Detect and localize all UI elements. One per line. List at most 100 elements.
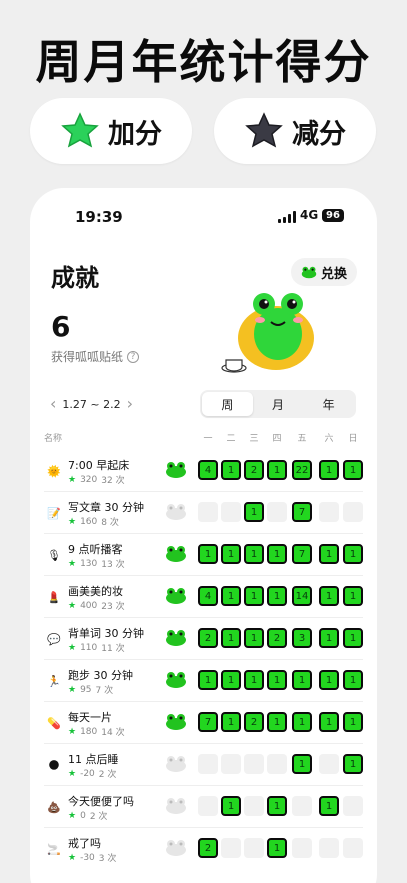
- day-cell[interactable]: 1: [221, 796, 241, 816]
- day-cell[interactable]: 1: [221, 670, 241, 690]
- day-cell[interactable]: [221, 502, 241, 522]
- day-cell[interactable]: 1: [292, 712, 312, 732]
- day-cell[interactable]: 1: [343, 712, 363, 732]
- day-cell[interactable]: [319, 502, 339, 522]
- day-cell[interactable]: 7: [198, 712, 218, 732]
- day-cell[interactable]: 1: [343, 628, 363, 648]
- table-row[interactable]: 🎙 9 点听播客 ★ 130 13 次1111711: [30, 534, 377, 576]
- day-cell[interactable]: 14: [292, 586, 312, 606]
- day-cell[interactable]: 1: [343, 586, 363, 606]
- day-cell[interactable]: 1: [343, 544, 363, 564]
- day-cell[interactable]: 3: [292, 628, 312, 648]
- day-cell[interactable]: 1: [319, 712, 339, 732]
- day-cell[interactable]: [343, 502, 363, 522]
- day-cell[interactable]: 1: [267, 712, 287, 732]
- day-cell[interactable]: 2: [244, 712, 264, 732]
- tab-year[interactable]: 年: [303, 392, 354, 416]
- day-cell[interactable]: 2: [198, 838, 218, 858]
- day-cell[interactable]: [244, 754, 264, 774]
- prev-week-icon[interactable]: ‹: [50, 396, 56, 412]
- table-row[interactable]: 🚬 戒了吗 ★ -30 3 次21: [30, 828, 377, 870]
- day-cell[interactable]: [319, 754, 339, 774]
- day-cell[interactable]: [343, 838, 363, 858]
- day-cell[interactable]: [343, 796, 363, 816]
- table-row[interactable]: 🏃 跑步 30 分钟 ★ 95 7 次1111111: [30, 660, 377, 702]
- day-cell[interactable]: 1: [267, 838, 287, 858]
- day-cell[interactable]: 1: [198, 544, 218, 564]
- day-cell[interactable]: 1: [319, 544, 339, 564]
- day-cell[interactable]: [198, 502, 218, 522]
- add-points-chip[interactable]: 加分: [30, 98, 192, 164]
- day-cell[interactable]: 22: [292, 460, 312, 480]
- subtract-points-chip[interactable]: 减分: [214, 98, 376, 164]
- day-cell[interactable]: [267, 502, 287, 522]
- tab-month[interactable]: 月: [253, 392, 304, 416]
- habit-score: 160: [80, 516, 98, 527]
- frog-icon: [301, 266, 317, 278]
- day-cell[interactable]: 1: [319, 670, 339, 690]
- habit-score: -20: [80, 768, 95, 779]
- day-cell[interactable]: 2: [244, 460, 264, 480]
- day-cell[interactable]: 1: [244, 544, 264, 564]
- day-cell[interactable]: [244, 796, 264, 816]
- table-row[interactable]: 💬 背单词 30 分钟 ★ 110 11 次2112311: [30, 618, 377, 660]
- day-cell[interactable]: [292, 796, 312, 816]
- star-icon: ★: [68, 600, 77, 611]
- day-cell[interactable]: 1: [267, 460, 287, 480]
- day-cell[interactable]: 2: [267, 628, 287, 648]
- day-cell[interactable]: [198, 754, 218, 774]
- day-cell[interactable]: 1: [221, 586, 241, 606]
- day-cell[interactable]: 7: [292, 502, 312, 522]
- day-cell[interactable]: [221, 754, 241, 774]
- day-cell[interactable]: 1: [221, 544, 241, 564]
- day-cell[interactable]: 1: [244, 670, 264, 690]
- day-cell[interactable]: 1: [221, 460, 241, 480]
- day-cell[interactable]: 1: [221, 712, 241, 732]
- day-cell[interactable]: 1: [267, 670, 287, 690]
- table-row[interactable]: 💊 每天一片 ★ 180 14 次7121111: [30, 702, 377, 744]
- day-cell[interactable]: 1: [343, 670, 363, 690]
- day-cell[interactable]: 1: [319, 586, 339, 606]
- habit-score: 400: [80, 600, 98, 611]
- day-cell[interactable]: [267, 754, 287, 774]
- day-cell[interactable]: [244, 838, 264, 858]
- day-cell[interactable]: 2: [198, 628, 218, 648]
- star-icon: ★: [68, 642, 77, 653]
- day-cell[interactable]: 4: [198, 460, 218, 480]
- day-cell[interactable]: [198, 796, 218, 816]
- day-cell[interactable]: 1: [244, 502, 264, 522]
- table-row[interactable]: 🌑 11 点后睡 ★ -20 2 次11: [30, 744, 377, 786]
- day-cell[interactable]: 1: [343, 460, 363, 480]
- day-cell[interactable]: 4: [198, 586, 218, 606]
- day-cell[interactable]: 1: [221, 628, 241, 648]
- habit-stats: ★ 0 2 次: [68, 809, 107, 823]
- day-cell[interactable]: 1: [267, 586, 287, 606]
- day-cell[interactable]: 1: [292, 754, 312, 774]
- next-week-icon[interactable]: ›: [127, 396, 133, 412]
- day-cell[interactable]: 1: [343, 754, 363, 774]
- table-row[interactable]: 💄 画美美的妆 ★ 400 23 次 4 1 1 1 14 1 1: [30, 576, 377, 618]
- day-cell[interactable]: 1: [319, 460, 339, 480]
- day-cell[interactable]: 1: [319, 796, 339, 816]
- table-row[interactable]: 📝 写文章 30 分钟 ★ 160 8 次17: [30, 492, 377, 534]
- help-icon[interactable]: ?: [127, 350, 140, 363]
- day-cell[interactable]: 1: [198, 670, 218, 690]
- table-row[interactable]: 💩 今天便便了吗 ★ 0 2 次111: [30, 786, 377, 828]
- day-cell[interactable]: 1: [292, 670, 312, 690]
- table-row[interactable]: 🌞 7:00 早起床 ★ 320 32 次 4 1 2 1 22 1 1: [30, 450, 377, 492]
- day-cell[interactable]: [319, 838, 339, 858]
- day-cell[interactable]: [221, 838, 241, 858]
- day-cell[interactable]: 1: [319, 628, 339, 648]
- day-cell[interactable]: 1: [244, 586, 264, 606]
- day-cell[interactable]: [292, 838, 312, 858]
- habit-score: 110: [80, 642, 98, 653]
- habit-emoji-icon: 🏃: [47, 674, 61, 688]
- day-cell[interactable]: 1: [267, 544, 287, 564]
- tab-week[interactable]: 周: [202, 392, 253, 416]
- battery-level: 96: [322, 209, 344, 222]
- day-cell[interactable]: 7: [292, 544, 312, 564]
- habit-times: 8 次: [101, 518, 119, 528]
- redeem-button[interactable]: 兑换: [291, 258, 357, 286]
- day-cell[interactable]: 1: [244, 628, 264, 648]
- day-cell[interactable]: 1: [267, 796, 287, 816]
